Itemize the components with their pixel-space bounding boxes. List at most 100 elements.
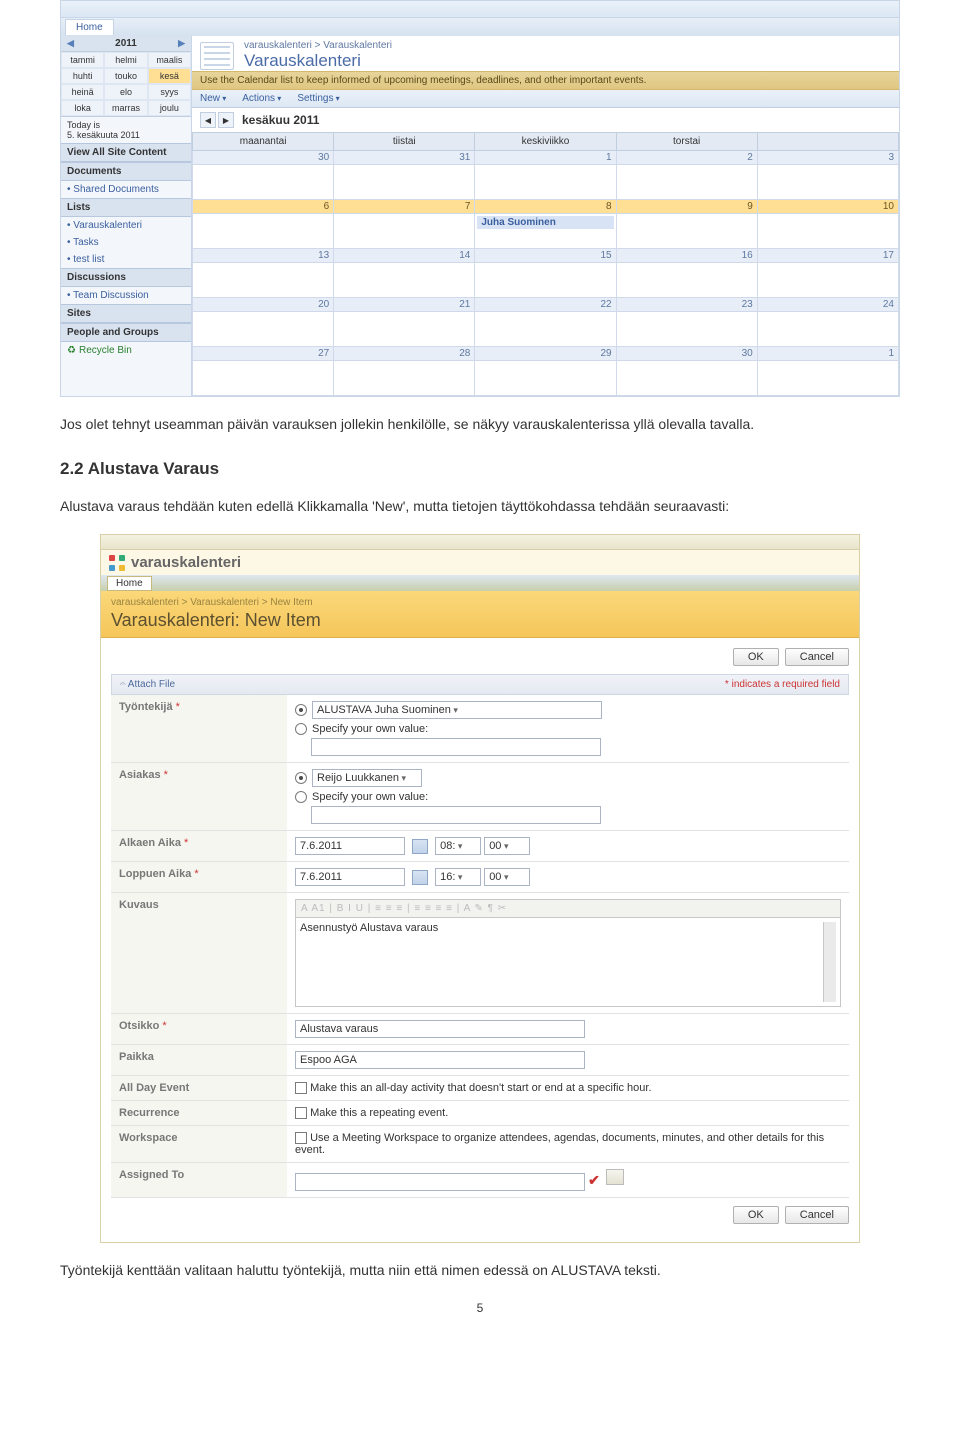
calendar-cell[interactable]: 30 <box>616 347 757 396</box>
radio-existing[interactable] <box>295 704 307 716</box>
sidebar-month[interactable]: loka <box>61 100 104 116</box>
home-tab[interactable]: Home <box>107 576 152 591</box>
calendar-event[interactable]: Juha Suominen <box>477 216 613 229</box>
paikka-input[interactable]: Espoo AGA <box>295 1051 585 1069</box>
calendar-cell[interactable]: 28 <box>334 347 475 396</box>
sites-header: Sites <box>61 304 191 323</box>
calendar-icon[interactable] <box>412 870 428 885</box>
sidebar-item[interactable]: Shared Documents <box>61 181 191 198</box>
settings-button[interactable]: Settings <box>297 93 339 104</box>
calendar-cell[interactable]: 31 <box>334 151 475 200</box>
calendar-cell[interactable]: 10 <box>757 200 898 249</box>
prev-month-icon[interactable]: ◀ <box>200 112 216 128</box>
alkaen-date-input[interactable]: 7.6.2011 <box>295 837 405 855</box>
label-asiakas: Asiakas <box>119 769 161 781</box>
calendar-cell[interactable]: 9 <box>616 200 757 249</box>
cancel-button[interactable]: Cancel <box>785 1206 849 1224</box>
calendar-cell[interactable]: 6 <box>193 200 334 249</box>
recycle-bin-link[interactable]: ♻ Recycle Bin <box>61 342 191 359</box>
doc-para-3: Työntekijä kenttään valitaan haluttu työ… <box>60 1261 900 1281</box>
new-button[interactable]: New <box>200 93 226 104</box>
sidebar-month[interactable]: marras <box>104 100 147 116</box>
workspace-checkbox[interactable] <box>295 1132 307 1144</box>
calendar-cell[interactable]: 21 <box>334 298 475 347</box>
calendar-cell[interactable]: 30 <box>193 151 334 200</box>
recycle-icon: ♻ <box>67 345 76 356</box>
alkaen-hour[interactable]: 08: <box>435 837 481 855</box>
calendar-cell[interactable]: 16 <box>616 249 757 298</box>
ok-button[interactable]: OK <box>733 648 779 666</box>
calendar-cell[interactable]: 20 <box>193 298 334 347</box>
left-sidebar: ◀ 2011 ▶ tammihelmimaalishuhtitoukokesäh… <box>61 36 192 396</box>
calendar-cell[interactable]: 27 <box>193 347 334 396</box>
calendar-cell[interactable]: 7 <box>334 200 475 249</box>
attach-file-link[interactable]: 𝄐 Attach File <box>120 679 175 690</box>
weekday-header: keskiviikko <box>475 133 616 151</box>
tyontekija-dropdown[interactable]: ALUSTAVA Juha Suominen <box>312 701 602 719</box>
sidebar-month[interactable]: joulu <box>148 100 191 116</box>
sidebar-item[interactable]: Varauskalenteri <box>61 217 191 234</box>
people-picker-icon[interactable] <box>606 1169 624 1185</box>
alkaen-min[interactable]: 00 <box>484 837 530 855</box>
home-tab[interactable]: Home <box>65 19 114 35</box>
actions-button[interactable]: Actions <box>242 93 281 104</box>
loppuen-hour[interactable]: 16: <box>435 868 481 886</box>
tab-strip: Home <box>61 18 899 36</box>
next-year-icon[interactable]: ▶ <box>178 38 185 49</box>
radio-existing[interactable] <box>295 772 307 784</box>
specify-label: Specify your own value: <box>312 791 428 803</box>
sidebar-month[interactable]: heinä <box>61 84 104 100</box>
calendar-icon[interactable] <box>412 839 428 854</box>
scrollbar[interactable] <box>823 922 836 1002</box>
specify-input[interactable] <box>311 806 601 824</box>
sidebar-month[interactable]: syys <box>148 84 191 100</box>
sidebar-item[interactable]: test list <box>61 251 191 268</box>
sidebar-month[interactable]: tammi <box>61 52 104 68</box>
recurrence-checkbox[interactable] <box>295 1107 307 1119</box>
form-screenshot: varauskalenteri Home varauskalenteri > V… <box>100 534 860 1243</box>
calendar-cell[interactable]: 8Juha Suominen <box>475 200 616 249</box>
rte-toolbar[interactable]: A A1 | B I U | ≡ ≡ ≡ | ≡ ≡ ≡ ≡ | A ✎ ¶ ✂ <box>295 899 841 918</box>
cancel-button[interactable]: Cancel <box>785 648 849 666</box>
label-otsikko: Otsikko <box>119 1020 159 1032</box>
calendar-cell[interactable]: 13 <box>193 249 334 298</box>
sidebar-month[interactable]: maalis <box>148 52 191 68</box>
recurrence-desc: Make this a repeating event. <box>310 1107 448 1119</box>
calendar-cell[interactable]: 22 <box>475 298 616 347</box>
calendar-cell[interactable]: 17 <box>757 249 898 298</box>
sidebar-month[interactable]: elo <box>104 84 147 100</box>
calendar-cell[interactable]: 15 <box>475 249 616 298</box>
specify-input[interactable] <box>311 738 601 756</box>
calendar-cell[interactable]: 3 <box>757 151 898 200</box>
calendar-cell[interactable]: 1 <box>475 151 616 200</box>
sidebar-month[interactable]: huhti <box>61 68 104 84</box>
loppuen-min[interactable]: 00 <box>484 868 530 886</box>
calendar-cell[interactable]: 14 <box>334 249 475 298</box>
calendar-cell[interactable]: 24 <box>757 298 898 347</box>
kuvaus-textarea[interactable]: Asennustyö Alustava varaus <box>295 918 841 1007</box>
label-tyontekija: Työntekijä <box>119 701 173 713</box>
ok-button[interactable]: OK <box>733 1206 779 1224</box>
sidebar-item[interactable]: Team Discussion <box>61 287 191 304</box>
asiakas-dropdown[interactable]: Reijo Luukkanen <box>312 769 422 787</box>
calendar-cell[interactable]: 23 <box>616 298 757 347</box>
sidebar-item[interactable]: Tasks <box>61 234 191 251</box>
sidebar-month[interactable]: touko <box>104 68 147 84</box>
calendar-large-icon <box>200 42 234 70</box>
allday-desc: Make this an all-day activity that doesn… <box>310 1082 651 1094</box>
sidebar-month[interactable]: helmi <box>104 52 147 68</box>
calendar-cell[interactable]: 29 <box>475 347 616 396</box>
doc-para-2: Alustava varaus tehdään kuten edellä Kli… <box>60 497 900 517</box>
next-month-icon[interactable]: ▶ <box>218 112 234 128</box>
otsikko-input[interactable]: Alustava varaus <box>295 1020 585 1038</box>
loppuen-date-input[interactable]: 7.6.2011 <box>295 868 405 886</box>
calendar-cell[interactable]: 1 <box>757 347 898 396</box>
calendar-cell[interactable]: 2 <box>616 151 757 200</box>
sidebar-month[interactable]: kesä <box>148 68 191 84</box>
radio-specify[interactable] <box>295 723 307 735</box>
radio-specify[interactable] <box>295 791 307 803</box>
prev-year-icon[interactable]: ◀ <box>67 38 74 49</box>
assigned-input[interactable] <box>295 1173 585 1191</box>
allday-checkbox[interactable] <box>295 1082 307 1094</box>
view-all-link[interactable]: View All Site Content <box>67 147 166 158</box>
